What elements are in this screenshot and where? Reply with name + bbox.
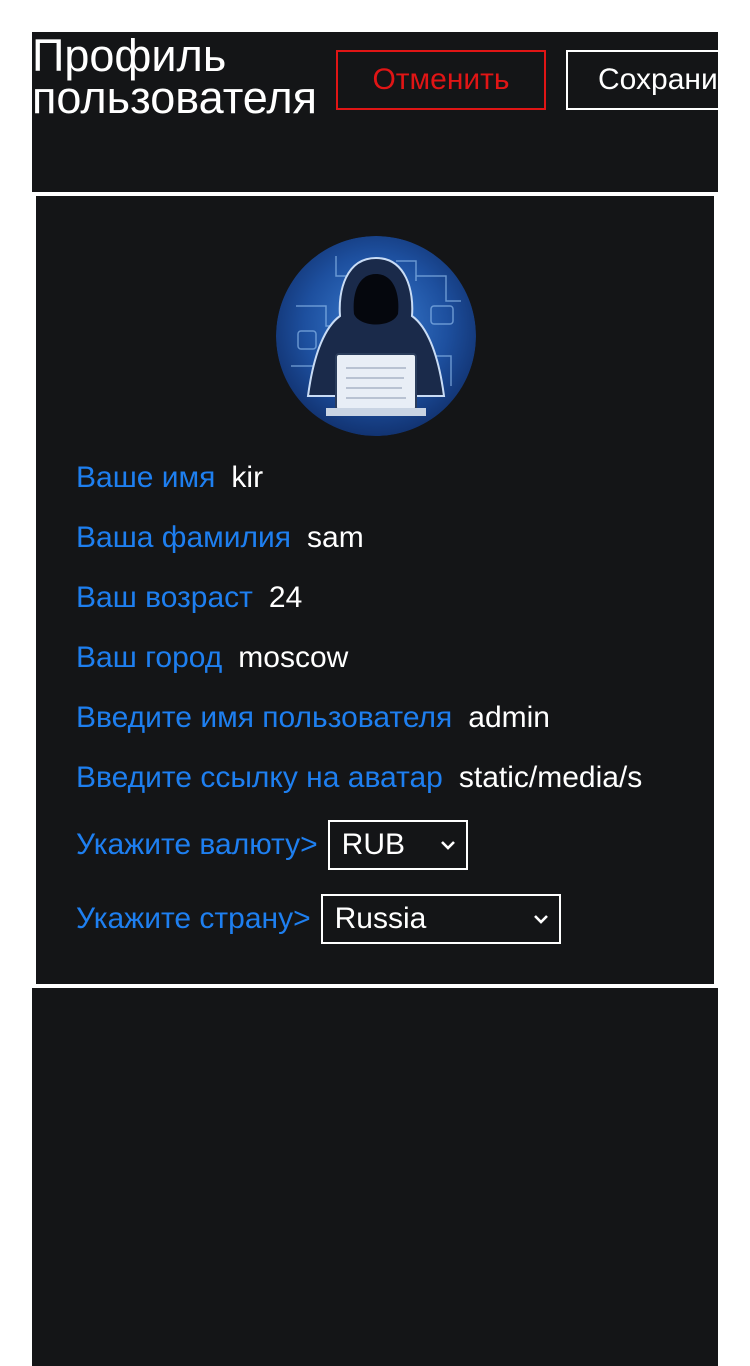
chevron-down-icon [533, 915, 548, 924]
chevron-down-icon [440, 841, 455, 850]
first-name-row: Ваше имя kir [76, 458, 263, 498]
country-selected: Russia [334, 902, 427, 935]
avatar-url-label: Введите ссылку на аватар [76, 761, 443, 794]
first-name-label: Ваше имя [76, 461, 216, 494]
cancel-button[interactable]: Отменить [336, 50, 546, 110]
last-name-row: Ваша фамилия sam [76, 518, 364, 558]
save-button[interactable]: Сохранить [566, 50, 718, 110]
city-value[interactable]: moscow [238, 641, 348, 675]
hacker-avatar-icon [276, 236, 476, 436]
avatar-url-value[interactable]: static/media/s [459, 761, 649, 795]
city-label: Ваш город [76, 641, 223, 674]
country-row: Укажите страну> Russia [76, 894, 561, 944]
age-value[interactable]: 24 [269, 581, 302, 615]
country-select[interactable]: Russia [320, 894, 561, 944]
age-label: Ваш возраст [76, 581, 253, 614]
last-name-label: Ваша фамилия [76, 521, 292, 554]
first-name-value[interactable]: kir [231, 461, 263, 495]
country-label: Укажите страну> [76, 902, 311, 935]
currency-row: Укажите валюту> RUB [76, 820, 468, 870]
age-row: Ваш возраст 24 [76, 578, 302, 618]
avatar [276, 236, 476, 436]
username-label: Введите имя пользователя [76, 701, 453, 734]
footer-panel [32, 988, 718, 1366]
last-name-value[interactable]: sam [307, 521, 364, 555]
currency-selected: RUB [341, 828, 405, 861]
city-row: Ваш город moscow [76, 638, 348, 678]
profile-card: Ваше имя kir Ваша фамилия sam Ваш возрас… [36, 196, 714, 984]
username-value[interactable]: admin [468, 701, 550, 735]
currency-label: Укажите валюту> [76, 828, 318, 861]
avatar-url-row: Введите ссылку на аватар static/media/s [76, 758, 649, 798]
page-title: Профиль пользователя [32, 32, 317, 123]
page-header: Профиль пользователя Отменить Сохранить [32, 32, 718, 192]
currency-select[interactable]: RUB [327, 820, 468, 870]
username-row: Введите имя пользователя admin [76, 698, 550, 738]
